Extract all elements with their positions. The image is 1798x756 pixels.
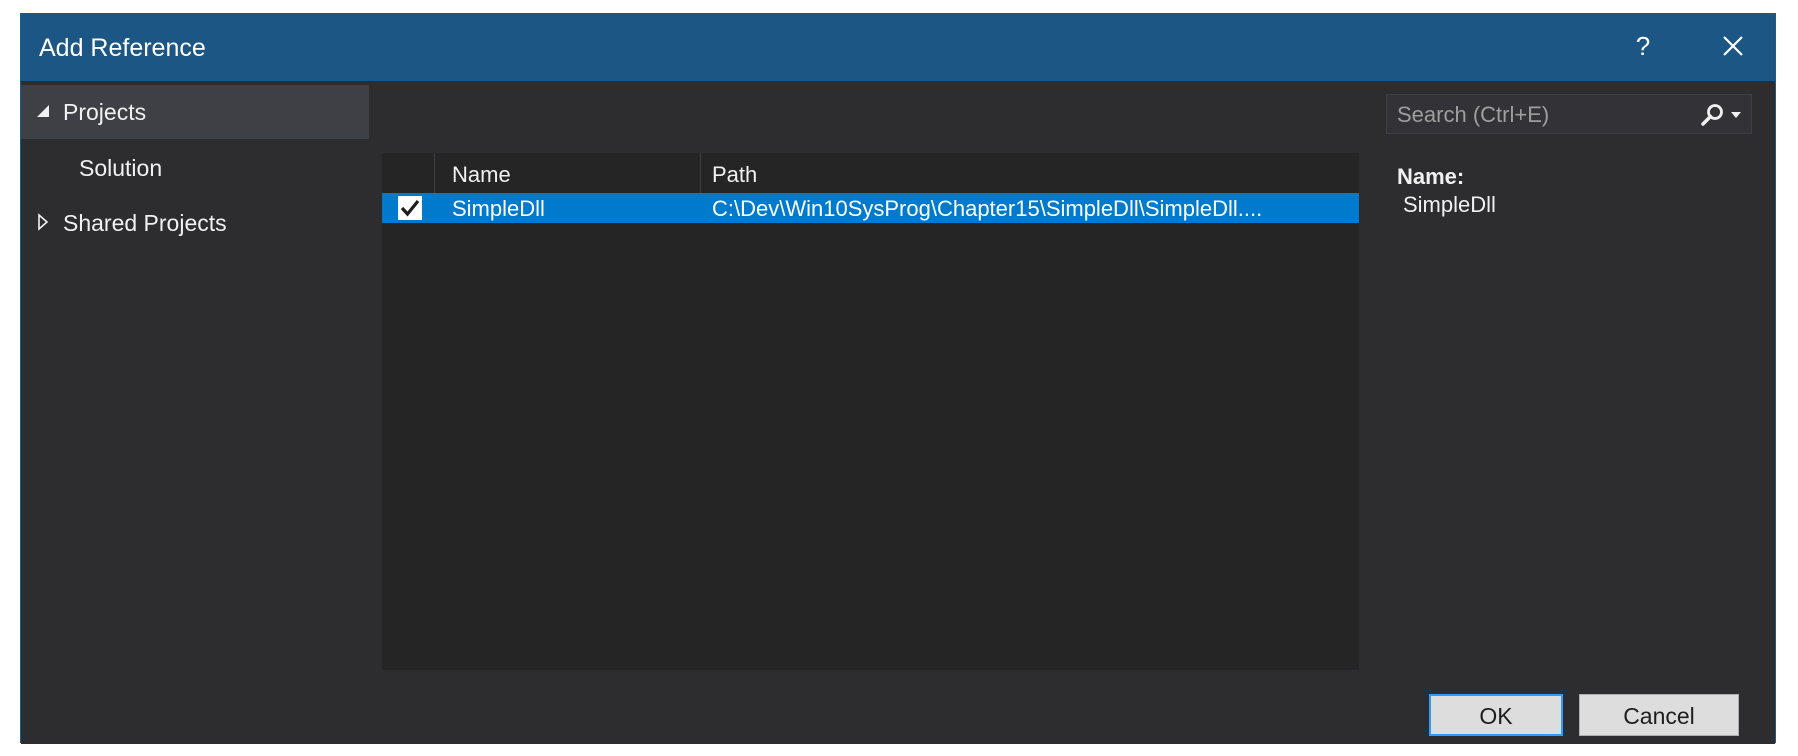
nav-item-solution[interactable]: Solution bbox=[21, 141, 373, 195]
search-input[interactable] bbox=[1395, 100, 1699, 130]
chevron-down-icon[interactable] bbox=[1729, 109, 1743, 121]
column-header-name[interactable]: Name bbox=[452, 162, 511, 188]
add-reference-dialog: Add Reference ? Projects Solution Shared… bbox=[20, 13, 1776, 744]
nav-item-projects[interactable]: Projects bbox=[21, 85, 369, 139]
list-header: Name Path bbox=[382, 153, 1359, 193]
checkmark-icon bbox=[400, 199, 420, 217]
collapsed-arrow-icon bbox=[38, 213, 49, 231]
column-separator bbox=[434, 153, 435, 193]
search-box bbox=[1386, 94, 1752, 134]
window-title: Add Reference bbox=[39, 34, 206, 62]
cell-name: SimpleDll bbox=[452, 196, 545, 221]
nav-item-label: Solution bbox=[79, 155, 163, 181]
footer: OK Cancel bbox=[21, 678, 1775, 744]
nav-item-label: Projects bbox=[63, 99, 147, 125]
search-icon[interactable] bbox=[1699, 101, 1727, 129]
close-button[interactable] bbox=[1711, 26, 1755, 66]
ok-button[interactable]: OK bbox=[1429, 694, 1563, 736]
help-button[interactable]: ? bbox=[1621, 26, 1665, 66]
nav-item-shared-projects[interactable]: Shared Projects bbox=[21, 196, 373, 250]
column-separator[interactable] bbox=[700, 153, 701, 193]
reference-list: Name Path SimpleDll C:\Dev\Win10SysProg\… bbox=[382, 153, 1359, 670]
column-header-path[interactable]: Path bbox=[712, 162, 757, 188]
reference-checkbox[interactable] bbox=[398, 196, 422, 220]
close-icon bbox=[1723, 36, 1743, 56]
cell-path: C:\Dev\Win10SysProg\Chapter15\SimpleDll\… bbox=[712, 196, 1263, 221]
cancel-button[interactable]: Cancel bbox=[1579, 694, 1739, 736]
details-name-label: Name: bbox=[1397, 164, 1465, 189]
title-bar: Add Reference ? bbox=[21, 14, 1775, 81]
details-panel: Name: SimpleDll bbox=[1397, 164, 1496, 217]
left-navigation: Projects Solution Shared Projects bbox=[21, 81, 373, 678]
nav-item-label: Shared Projects bbox=[63, 210, 227, 236]
details-name-value: SimpleDll bbox=[1403, 192, 1496, 217]
table-row[interactable]: SimpleDll C:\Dev\Win10SysProg\Chapter15\… bbox=[382, 193, 1359, 223]
expanded-arrow-icon bbox=[37, 105, 49, 117]
